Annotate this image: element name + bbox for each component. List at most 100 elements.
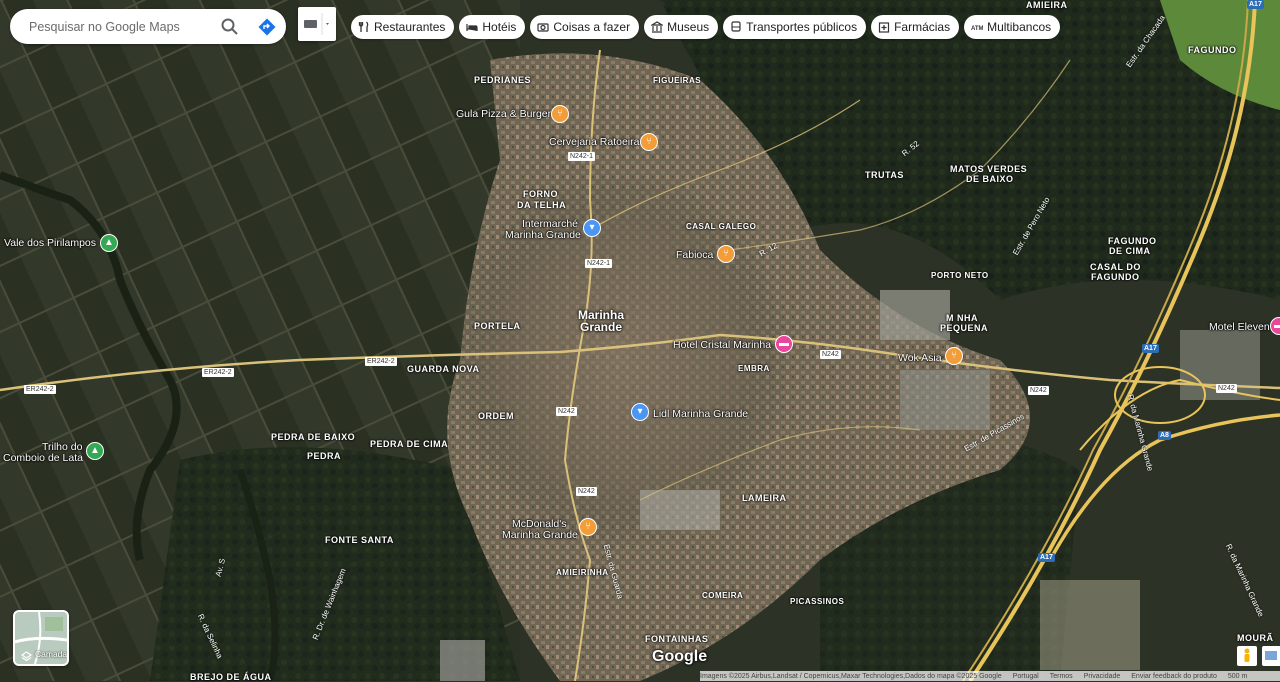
poi-label[interactable]: Marinha Grande	[502, 529, 578, 541]
terms-link[interactable]: Termos	[1050, 673, 1073, 680]
directions-icon[interactable]	[257, 17, 277, 37]
poi-label[interactable]: Lidl Marinha Grande	[653, 408, 748, 420]
road-label: N242-1	[568, 152, 595, 161]
town-label[interactable]: Marinha Grande	[578, 309, 624, 333]
place-label[interactable]: CASAL GALEGO	[686, 222, 756, 231]
chip-label: Restaurantes	[374, 20, 446, 34]
pegman-icon[interactable]	[1237, 646, 1257, 666]
poi-label[interactable]: Motel Eleven	[1209, 321, 1270, 333]
place-label[interactable]: DE CIMA	[1109, 246, 1151, 256]
layers-button[interactable]: Camadas	[13, 610, 69, 666]
restaurant-pin-icon[interactable]: ⑂	[717, 245, 735, 263]
atm-icon: ATM	[971, 21, 984, 33]
imagery-toggle-icon[interactable]	[1262, 646, 1280, 666]
poi-label[interactable]: Marinha Grande	[505, 229, 581, 241]
place-label[interactable]: COMEIRA	[702, 591, 743, 600]
scale-label[interactable]: 500 m	[1228, 673, 1247, 680]
restaurant-pin-icon[interactable]: ⑂	[551, 105, 569, 123]
place-label[interactable]: FAGUNDO	[1091, 272, 1140, 282]
hotel-pin-icon[interactable]: ▬	[775, 335, 793, 353]
chip-atms[interactable]: ATM Multibancos	[964, 15, 1061, 39]
search-input[interactable]	[27, 18, 216, 35]
place-label[interactable]: PEDRA	[307, 451, 341, 461]
place-label[interactable]: CASAL DO	[1090, 262, 1141, 272]
poi-label[interactable]: Hotel Cristal Marinha	[673, 339, 771, 351]
place-label[interactable]: FAGUNDO	[1188, 45, 1237, 55]
place-label[interactable]: FONTAINHAS	[645, 634, 708, 644]
bed-icon	[466, 21, 478, 33]
place-label[interactable]: MOURÃ	[1237, 633, 1274, 643]
road-label: ER242-2	[24, 385, 56, 394]
chip-label: Multibancos	[987, 20, 1052, 34]
chip-label: Hotéis	[482, 20, 517, 34]
place-label[interactable]: PEQUENA	[940, 323, 988, 333]
chip-pharmacies[interactable]: Farmácias	[871, 15, 960, 39]
road-label: N242	[1028, 386, 1049, 395]
search-box[interactable]	[10, 9, 286, 44]
restaurant-pin-icon[interactable]: ⑂	[579, 518, 597, 536]
museum-icon	[649, 21, 665, 33]
place-label[interactable]: FAGUNDO	[1108, 236, 1157, 246]
place-label[interactable]: ORDEM	[478, 411, 514, 421]
poi-label-line: Comboio de Lata	[3, 452, 83, 464]
layers-icon	[21, 651, 32, 662]
shopping-cart-pin-icon[interactable]: ▾	[583, 219, 601, 237]
place-label[interactable]: PEDRIANES	[474, 75, 531, 85]
place-label[interactable]: AMIEIRA	[1026, 0, 1068, 10]
satellite-map[interactable]	[0, 0, 1280, 681]
place-label[interactable]: EMBRA	[738, 364, 770, 373]
poi-label[interactable]: Comboio de Lata	[3, 452, 83, 464]
poi-label[interactable]: Gula Pizza & Burger	[456, 108, 551, 120]
road-label: ER242-2	[202, 368, 234, 377]
poi-label[interactable]: Cervejaria Ratoeira	[549, 136, 639, 148]
fork-knife-icon	[358, 21, 370, 33]
place-label[interactable]: FONTE SANTA	[325, 535, 394, 545]
place-label[interactable]: DA TELHA	[517, 200, 566, 210]
poi-label[interactable]: Wok Asia	[898, 352, 942, 364]
park-pin-icon[interactable]: ▲	[100, 234, 118, 252]
place-label[interactable]: MATOS VERDES	[950, 164, 1027, 174]
park-pin-icon[interactable]: ▲	[86, 442, 104, 460]
road-label: N242	[556, 407, 577, 416]
place-label[interactable]: PEDRA DE BAIXO	[271, 432, 355, 442]
feedback-link[interactable]: Enviar feedback do produto	[1131, 673, 1217, 680]
layers-label: Camadas	[35, 649, 69, 659]
place-label[interactable]: PICASSINOS	[790, 597, 844, 606]
chip-museums[interactable]: Museus	[644, 15, 719, 39]
map-footer: Imagens ©2025 Airbus,Landsat / Copernicu…	[700, 671, 1280, 681]
place-label[interactable]: GUARDA NOVA	[407, 364, 480, 374]
poi-label[interactable]: Fabioca	[676, 249, 713, 261]
motorway-shield: A8	[1158, 431, 1171, 440]
shopping-cart-pin-icon[interactable]: ▾	[631, 403, 649, 421]
search-icon[interactable]	[220, 17, 240, 37]
chip-label: Museus	[667, 20, 710, 34]
restaurant-pin-icon[interactable]: ⑂	[640, 133, 658, 151]
place-label[interactable]: TRUTAS	[865, 170, 904, 180]
google-logo: Google	[652, 648, 708, 665]
place-label[interactable]: PORTELA	[474, 321, 521, 331]
poi-label[interactable]: Vale dos Pirilampos	[4, 237, 96, 249]
chip-hotels[interactable]: Hotéis	[459, 15, 526, 39]
chip-label: Transportes públicos	[746, 20, 858, 34]
road-label: N242	[1216, 384, 1237, 393]
road-label: ER242-2	[365, 357, 397, 366]
poi-label-line: Marinha Grande	[505, 229, 581, 241]
place-label[interactable]: FIGUEIRAS	[653, 76, 701, 85]
chip-public-transport[interactable]: Transportes públicos	[723, 15, 867, 39]
place-label[interactable]: FORNO	[523, 189, 558, 199]
place-label[interactable]: DE BAIXO	[966, 174, 1014, 184]
privacy-link[interactable]: Privacidade	[1084, 673, 1121, 680]
country-link[interactable]: Portugal	[1013, 673, 1039, 680]
map-type-button[interactable]	[298, 7, 336, 41]
place-label[interactable]: M NHA	[946, 313, 978, 323]
chip-things-to-do[interactable]: Coisas a fazer	[530, 15, 640, 39]
place-label[interactable]: LAMEIRA	[742, 493, 787, 503]
attribution: Imagens ©2025 Airbus,Landsat / Copernicu…	[700, 672, 1002, 680]
chip-restaurants[interactable]: Restaurantes	[351, 15, 455, 39]
camera-icon	[537, 21, 549, 33]
motorway-shield: A17	[1142, 344, 1159, 353]
place-label[interactable]: PORTO NETO	[931, 271, 989, 280]
place-label[interactable]: PEDRA DE CIMA	[370, 439, 448, 449]
place-label[interactable]: AMIEIRINHA	[556, 568, 609, 577]
restaurant-pin-icon[interactable]: ⑂	[945, 347, 963, 365]
